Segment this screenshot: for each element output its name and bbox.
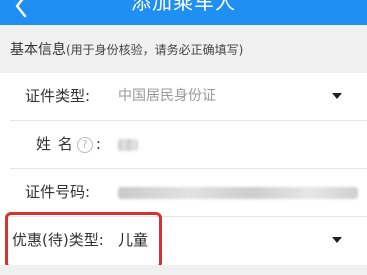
- section-title: 基本信息: [10, 42, 66, 58]
- id-number-input[interactable]: [118, 187, 358, 199]
- id-type-label: 证件类型:: [25, 87, 91, 105]
- id-number-label: 证件号码:: [25, 183, 91, 201]
- discount-type-row[interactable]: 优惠(待)类型: 儿童: [0, 217, 367, 265]
- help-icon[interactable]: ?: [76, 137, 93, 153]
- name-label-colon: :: [95, 135, 101, 153]
- name-label-second: 名: [57, 135, 73, 153]
- name-row: 姓 名?:: [0, 121, 367, 169]
- name-label-first: 姓: [36, 135, 52, 153]
- name-input[interactable]: [118, 139, 138, 151]
- dropdown-arrow-icon[interactable]: [332, 93, 342, 99]
- page-title: 添加乘车人: [131, 0, 236, 14]
- section-header: 基本信息(用于身份核验，请务必正确填写): [0, 25, 367, 73]
- id-type-select[interactable]: 中国居民身份证: [118, 86, 216, 106]
- dropdown-arrow-icon[interactable]: [332, 237, 342, 243]
- app-header: 添加乘车人: [0, 0, 367, 25]
- id-type-row[interactable]: 证件类型: 中国居民身份证: [0, 73, 367, 121]
- id-number-row: 证件号码:: [0, 169, 367, 217]
- section-hint: (用于身份核验，请务必正确填写): [66, 43, 244, 57]
- discount-type-label: 优惠(待)类型:: [12, 231, 104, 249]
- passenger-form: 证件类型: 中国居民身份证 姓 名?: 证件号码: 优惠(待)类型: 儿童: [0, 73, 367, 265]
- bottom-gap: [0, 265, 367, 275]
- discount-type-select[interactable]: 儿童: [118, 230, 148, 250]
